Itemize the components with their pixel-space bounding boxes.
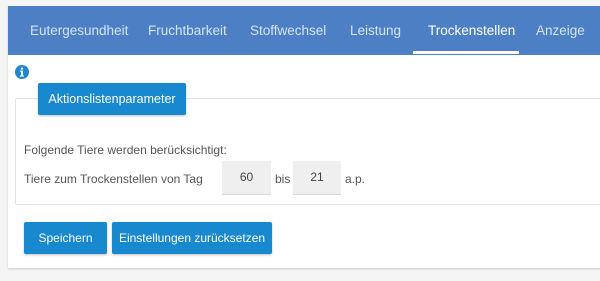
tab-trockenstellen[interactable]: Trockenstellen <box>428 6 515 55</box>
tab-leistung[interactable]: Leistung <box>350 6 401 55</box>
aktionslistenparameter-button[interactable]: Aktionslistenparameter <box>38 83 186 115</box>
save-button[interactable]: Speichern <box>24 222 107 254</box>
from-day-input[interactable]: 60 <box>222 161 271 195</box>
range-label: Tiere zum Trockenstellen von Tag <box>24 172 203 186</box>
suffix-label: a.p. <box>345 172 366 186</box>
to-day-input[interactable]: 21 <box>293 161 341 195</box>
between-label: bis <box>275 172 291 186</box>
tab-fruchtbarkeit[interactable]: Fruchtbarkeit <box>148 6 227 55</box>
info-icon[interactable] <box>15 65 29 79</box>
active-tab-indicator <box>413 51 519 54</box>
intro-text: Folgende Tiere werden berücksichtigt: <box>24 143 227 157</box>
tab-stoffwechsel[interactable]: Stoffwechsel <box>250 6 326 55</box>
tab-eutergesundheit[interactable]: Eutergesundheit <box>30 6 128 55</box>
settings-card: Eutergesundheit Fruchtbarkeit Stoffwechs… <box>8 6 600 268</box>
tab-bar: Eutergesundheit Fruchtbarkeit Stoffwechs… <box>8 6 600 55</box>
reset-settings-button[interactable]: Einstellungen zurücksetzen <box>112 222 272 254</box>
tab-anzeige[interactable]: Anzeige <box>536 6 585 55</box>
